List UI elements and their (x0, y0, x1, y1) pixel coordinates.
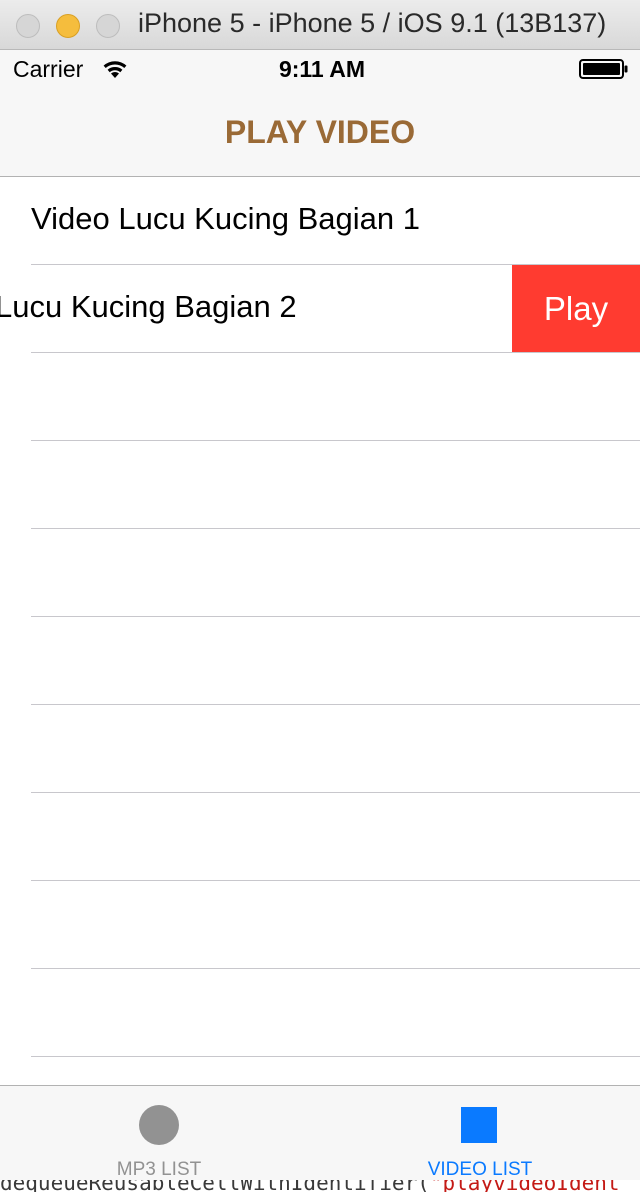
empty-row (0, 881, 640, 969)
simulator-window: iPhone 5 - iPhone 5 / iOS 9.1 (13B137) C… (0, 0, 644, 1192)
row-label: Video Lucu Kucing Bagian 1 (31, 201, 420, 236)
play-action-button[interactable]: Play (512, 265, 640, 353)
tab-label: MP3 LIST (116, 1159, 202, 1180)
tab-label: VIDEO LIST (427, 1159, 533, 1180)
circle-icon (139, 1105, 179, 1145)
row-label: Lucu Kucing Bagian 2 (0, 289, 297, 324)
empty-row (0, 353, 640, 441)
window-edge (640, 0, 644, 1192)
empty-row (0, 441, 640, 529)
empty-row (0, 529, 640, 617)
window-title: iPhone 5 - iPhone 5 / iOS 9.1 (13B137) (138, 8, 607, 38)
background-code-snippet: dequeueReusableCellWithIdentifier("playv… (0, 1180, 644, 1192)
video-table[interactable]: Video Lucu Kucing Bagian 1 Lucu Kucing B… (0, 177, 644, 1085)
ios-status-bar: Carrier 9:11 AM (0, 50, 644, 90)
empty-row (0, 617, 640, 705)
page-title: PLAY VIDEO (224, 114, 416, 150)
zoom-window-button[interactable] (96, 14, 120, 38)
row-separator (31, 1056, 640, 1057)
code-string: "playvideoIdent (429, 1180, 620, 1192)
empty-row (0, 969, 640, 1057)
tab-video-list[interactable]: VIDEO LIST (320, 1086, 640, 1181)
minimize-window-button[interactable] (56, 14, 80, 38)
status-time: 9:11 AM (278, 56, 366, 82)
navigation-bar: PLAY VIDEO (0, 90, 644, 177)
empty-row (0, 705, 640, 793)
tab-mp3-list[interactable]: MP3 LIST (0, 1086, 320, 1181)
code-text: dequeueReusableCellWithIdentifier( (0, 1180, 430, 1192)
window-title-bar[interactable]: iPhone 5 - iPhone 5 / iOS 9.1 (13B137) (0, 0, 644, 50)
close-window-button[interactable] (16, 14, 40, 38)
empty-row (0, 793, 640, 881)
square-icon (461, 1107, 497, 1143)
battery-icon (579, 59, 628, 79)
table-row-swiped[interactable]: Lucu Kucing Bagian 2 Play (0, 265, 640, 353)
tab-bar: MP3 LIST VIDEO LIST (0, 1085, 640, 1180)
table-row[interactable]: Video Lucu Kucing Bagian 1 (0, 177, 640, 265)
